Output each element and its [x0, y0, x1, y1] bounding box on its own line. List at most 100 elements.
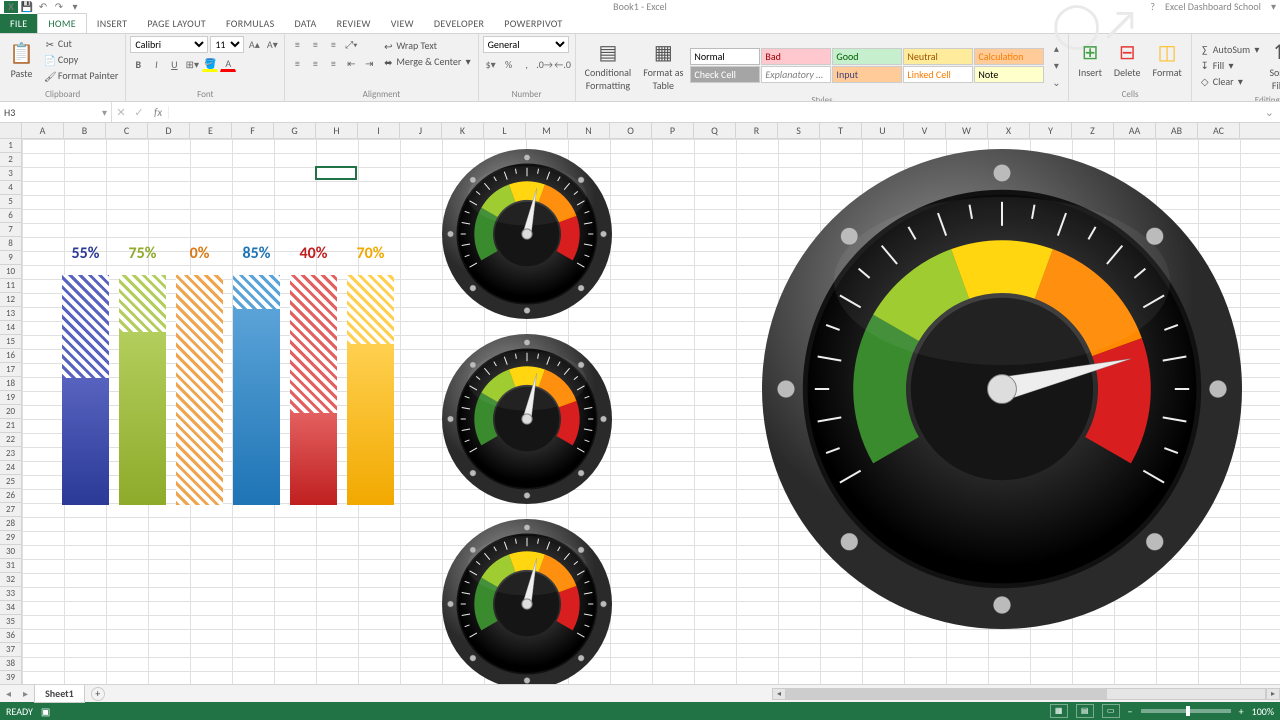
col-header[interactable]: X [988, 123, 1030, 138]
row-header[interactable]: 5 [0, 195, 21, 209]
comma-format-icon[interactable]: , [519, 56, 535, 72]
col-header[interactable]: AA [1114, 123, 1156, 138]
row-headers[interactable]: 1234567891011121314151617181920212223242… [0, 139, 22, 684]
row-header[interactable]: 27 [0, 503, 21, 517]
zoom-in-icon[interactable]: + [1239, 705, 1244, 718]
row-header[interactable]: 6 [0, 209, 21, 223]
increase-decimal-icon[interactable]: .0→ [537, 56, 553, 72]
cell-style-option[interactable]: Bad [761, 48, 831, 65]
row-header[interactable]: 35 [0, 615, 21, 629]
sort-filter-button[interactable]: ⇅Sort & Filter [1264, 36, 1280, 94]
tab-page-layout[interactable]: PAGE LAYOUT [137, 14, 216, 33]
row-header[interactable]: 28 [0, 517, 21, 531]
cell-style-option[interactable]: Good [832, 48, 902, 65]
format-as-table-button[interactable]: ▦Format as Table [638, 36, 688, 94]
row-header[interactable]: 16 [0, 349, 21, 363]
italic-button[interactable]: I [148, 56, 164, 72]
align-right-icon[interactable]: ≡ [325, 55, 341, 71]
styles-scroll-up-icon[interactable]: ▴ [1048, 40, 1064, 56]
row-header[interactable]: 12 [0, 293, 21, 307]
copy-button[interactable]: 📄Copy [41, 52, 121, 67]
insert-cells-button[interactable]: ⊞Insert [1073, 36, 1107, 81]
row-header[interactable]: 25 [0, 475, 21, 489]
tab-formulas[interactable]: FORMULAS [216, 14, 285, 33]
col-header[interactable]: J [400, 123, 442, 138]
align-top-icon[interactable]: ≡ [289, 36, 305, 52]
expand-formula-bar-icon[interactable]: ⌄ [1259, 106, 1280, 119]
row-header[interactable]: 32 [0, 573, 21, 587]
row-header[interactable]: 9 [0, 251, 21, 265]
col-header[interactable]: T [820, 123, 862, 138]
row-header[interactable]: 33 [0, 587, 21, 601]
row-header[interactable]: 8 [0, 237, 21, 251]
horizontal-scrollbar[interactable]: ◂▸ [772, 685, 1280, 702]
tab-data[interactable]: DATA [285, 14, 327, 33]
accounting-format-icon[interactable]: $▾ [483, 56, 499, 72]
worksheet-area[interactable]: ABCDEFGHIJKLMNOPQRSTUVWXYZAAABAC 1234567… [0, 123, 1280, 684]
font-size-select[interactable]: 11 [210, 36, 244, 53]
row-header[interactable]: 22 [0, 433, 21, 447]
row-header[interactable]: 10 [0, 265, 21, 279]
row-header[interactable]: 21 [0, 419, 21, 433]
underline-button[interactable]: U [166, 56, 182, 72]
row-header[interactable]: 37 [0, 643, 21, 657]
col-header[interactable]: R [736, 123, 778, 138]
sheet-nav-next-icon[interactable]: ▸ [17, 687, 34, 700]
format-painter-button[interactable]: 🖌Format Painter [41, 68, 121, 83]
col-header[interactable]: V [904, 123, 946, 138]
row-header[interactable]: 14 [0, 321, 21, 335]
clear-button[interactable]: ◇Clear ▾ [1196, 74, 1263, 89]
borders-button[interactable]: ⊞▾ [184, 56, 200, 72]
conditional-formatting-button[interactable]: ▤Conditional Formatting [580, 36, 637, 94]
format-cells-button[interactable]: ◫Format [1147, 36, 1186, 81]
col-header[interactable]: F [232, 123, 274, 138]
row-header[interactable]: 19 [0, 391, 21, 405]
row-header[interactable]: 1 [0, 139, 21, 153]
sheet-nav-prev-icon[interactable]: ◂ [0, 687, 17, 700]
cell-style-option[interactable]: Neutral [903, 48, 973, 65]
tab-review[interactable]: REVIEW [327, 14, 381, 33]
tab-powerpivot[interactable]: POWERPIVOT [494, 14, 572, 33]
row-header[interactable]: 2 [0, 153, 21, 167]
cancel-formula-icon[interactable]: ✕ [112, 106, 130, 119]
number-format-select[interactable]: General [483, 36, 569, 53]
decrease-decimal-icon[interactable]: ←.0 [555, 56, 571, 72]
decrease-font-icon[interactable]: A▾ [264, 37, 280, 53]
col-header[interactable]: C [106, 123, 148, 138]
col-header[interactable]: Q [694, 123, 736, 138]
decrease-indent-icon[interactable]: ⇤ [343, 55, 359, 71]
wrap-text-button[interactable]: ↩Wrap Text [379, 38, 473, 53]
row-header[interactable]: 17 [0, 363, 21, 377]
tab-home[interactable]: HOME [37, 13, 86, 33]
insert-function-icon[interactable]: fx [148, 106, 169, 119]
col-header[interactable]: Z [1072, 123, 1114, 138]
row-header[interactable]: 30 [0, 545, 21, 559]
bold-button[interactable]: B [130, 56, 146, 72]
align-middle-icon[interactable]: ≡ [307, 36, 323, 52]
autosum-button[interactable]: ∑AutoSum ▾ [1196, 42, 1263, 57]
row-header[interactable]: 38 [0, 657, 21, 671]
row-header[interactable]: 3 [0, 167, 21, 181]
row-header[interactable]: 13 [0, 307, 21, 321]
cell-style-option[interactable]: Note [974, 66, 1044, 83]
row-header[interactable]: 20 [0, 405, 21, 419]
col-header[interactable]: AC [1198, 123, 1240, 138]
fill-button[interactable]: ↧Fill ▾ [1196, 58, 1263, 73]
cell-style-option[interactable]: Linked Cell [903, 66, 973, 83]
row-header[interactable]: 7 [0, 223, 21, 237]
zoom-level[interactable]: 100% [1252, 705, 1274, 718]
page-layout-view-icon[interactable]: ▤ [1076, 704, 1094, 718]
orientation-icon[interactable]: ⤢▾ [343, 36, 359, 52]
account-name[interactable]: Excel Dashboard School [1165, 0, 1261, 13]
col-header[interactable]: O [610, 123, 652, 138]
tab-view[interactable]: VIEW [381, 14, 424, 33]
name-box[interactable]: H3▾ [0, 102, 112, 122]
align-bottom-icon[interactable]: ≡ [325, 36, 341, 52]
col-header[interactable]: B [64, 123, 106, 138]
paste-button[interactable]: 📋Paste [4, 37, 39, 82]
zoom-slider[interactable] [1141, 709, 1231, 713]
cut-button[interactable]: ✂Cut [41, 36, 121, 51]
add-sheet-button[interactable]: + [91, 687, 105, 701]
cells-grid[interactable] [22, 139, 1280, 684]
macro-record-icon[interactable]: ▣ [41, 705, 50, 718]
